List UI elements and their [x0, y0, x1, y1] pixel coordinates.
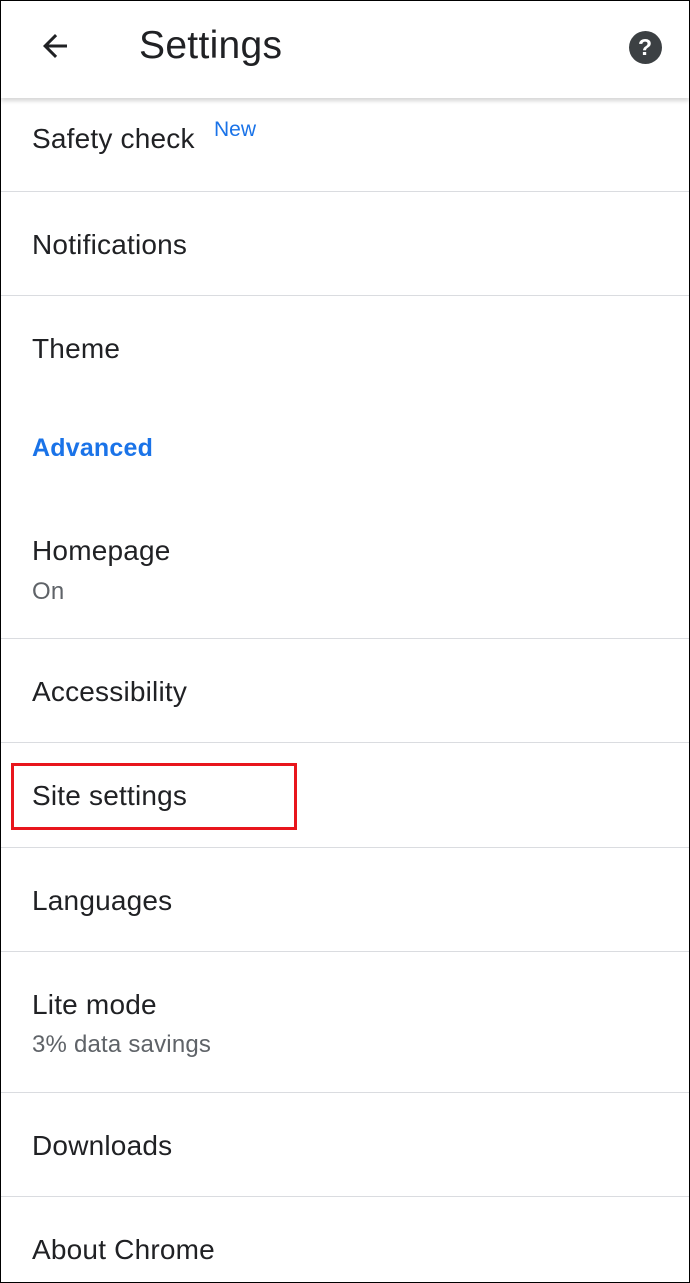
settings-item-site-settings[interactable]: Site settings: [1, 743, 689, 847]
settings-item-label: Site settings: [32, 780, 188, 811]
settings-item-label: Notifications: [32, 229, 188, 260]
settings-item-label: Homepage: [32, 535, 171, 566]
settings-item-safety-check[interactable]: Safety check: [1, 98, 689, 191]
app-bar: Settings ?: [1, 1, 689, 98]
settings-item-summary: On: [32, 578, 65, 605]
arrow-back-icon: [43, 34, 67, 58]
settings-item-languages[interactable]: Languages: [1, 848, 689, 951]
settings-item-label: About Chrome: [32, 1234, 215, 1265]
settings-item-label: Accessibility: [32, 676, 188, 707]
settings-item-label: Languages: [32, 885, 173, 916]
settings-item-about-chrome[interactable]: About Chrome: [1, 1197, 689, 1282]
new-badge: New: [214, 118, 257, 141]
settings-screen: Settings ? Safety check New Notification…: [0, 0, 690, 1283]
page-title: Settings: [139, 24, 283, 67]
settings-item-label: Theme: [32, 333, 121, 364]
settings-item-accessibility[interactable]: Accessibility: [1, 639, 689, 742]
back-button[interactable]: [23, 21, 87, 71]
settings-item-label: Downloads: [32, 1130, 173, 1161]
settings-item-summary: 3% data savings: [32, 1031, 212, 1058]
settings-item-homepage[interactable]: Homepage On: [1, 501, 689, 638]
section-header-advanced: Advanced: [32, 434, 154, 462]
help-circle-icon: ?: [628, 30, 662, 64]
settings-item-notifications[interactable]: Notifications: [1, 192, 689, 295]
settings-item-downloads[interactable]: Downloads: [1, 1093, 689, 1196]
settings-item-theme[interactable]: Theme: [1, 296, 689, 399]
help-button[interactable]: ?: [623, 25, 667, 69]
settings-item-lite-mode[interactable]: Lite mode 3% data savings: [1, 952, 689, 1092]
settings-item-label: Lite mode: [32, 989, 157, 1020]
settings-item-label: Safety check: [32, 123, 195, 154]
